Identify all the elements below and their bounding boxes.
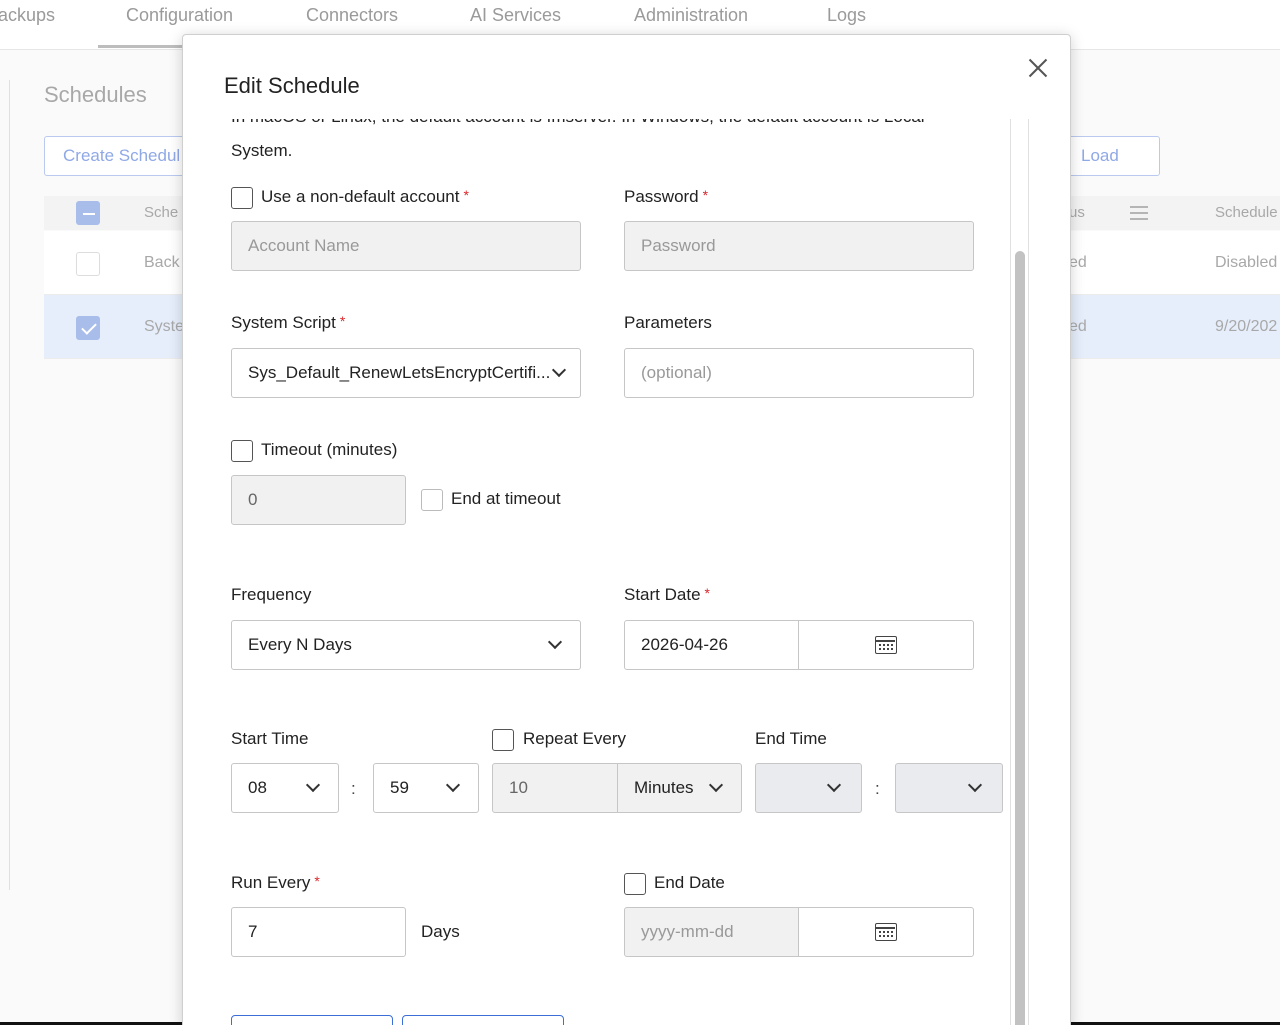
select-all-checkbox[interactable] <box>76 201 100 225</box>
repeat-every-input[interactable]: 10 <box>492 763 618 813</box>
end-date-label: End Date <box>654 873 725 892</box>
tab-ai-services[interactable]: AI Services <box>470 5 561 26</box>
end-time-label: End Time <box>755 729 827 748</box>
chevron-down-icon <box>305 777 321 793</box>
timeout-label: Timeout (minutes) <box>261 440 398 459</box>
tab-administration[interactable]: Administration <box>634 5 748 26</box>
use-non-default-account-checkbox[interactable] <box>231 187 253 209</box>
start-date-calendar-button[interactable] <box>798 620 974 670</box>
end-at-timeout-checkbox[interactable] <box>421 489 443 511</box>
timeout-checkbox[interactable] <box>231 440 253 462</box>
tab-connectors[interactable]: Connectors <box>306 5 398 26</box>
chevron-down-icon <box>967 777 983 793</box>
time-separator: : <box>875 779 880 798</box>
use-non-default-account-label: Use a non-default account * <box>261 187 469 206</box>
chevron-down-icon <box>708 777 724 793</box>
timeout-input[interactable]: 0 <box>231 475 406 525</box>
calendar-icon <box>875 636 897 654</box>
page-title: Schedules <box>44 82 147 107</box>
close-icon[interactable] <box>1023 53 1053 83</box>
start-hour-select[interactable]: 08 <box>231 763 339 813</box>
run-every-input[interactable]: 7 <box>231 907 406 957</box>
end-date-calendar-button[interactable] <box>798 907 974 957</box>
frequency-label: Frequency <box>231 585 312 604</box>
start-minute-select[interactable]: 59 <box>373 763 479 813</box>
end-hour-select[interactable] <box>755 763 862 813</box>
column-header-status: us <box>1069 204 1085 221</box>
dialog-title: Edit Schedule <box>224 73 360 98</box>
divider <box>9 80 10 890</box>
calendar-icon <box>875 923 897 941</box>
tab-logs[interactable]: Logs <box>827 5 866 26</box>
parameters-input[interactable]: (optional) <box>624 348 974 398</box>
password-input[interactable]: Password <box>624 221 974 271</box>
info-text: In macOS or Linux, the default account i… <box>231 119 925 127</box>
row-name: Syste <box>144 318 185 335</box>
cancel-button[interactable] <box>402 1015 564 1025</box>
repeat-every-label: Repeat Every <box>523 729 626 748</box>
account-name-input[interactable]: Account Name <box>231 221 581 271</box>
end-date-checkbox[interactable] <box>624 873 646 895</box>
chevron-down-icon <box>551 362 567 378</box>
row-name: Back <box>144 254 180 271</box>
row-schedule: Disabled <box>1215 254 1278 271</box>
tab-configuration[interactable]: Configuration <box>126 5 233 26</box>
edit-schedule-dialog: Edit Schedule In macOS or Linux, the def… <box>182 34 1071 1025</box>
tab-backups[interactable]: ackups <box>0 5 55 26</box>
info-text: System. <box>231 141 293 160</box>
end-date-input[interactable]: yyyy-mm-dd <box>624 907 799 957</box>
frequency-select[interactable]: Every N Days <box>231 620 581 670</box>
start-time-label: Start Time <box>231 729 309 748</box>
password-label: Password * <box>624 187 709 206</box>
row-status: ed <box>1069 254 1087 271</box>
run-every-label: Run Every * <box>231 873 320 892</box>
end-at-timeout-label: End at timeout <box>451 489 561 508</box>
scrollbar-thumb[interactable] <box>1015 251 1025 1025</box>
system-script-select[interactable]: Sys_Default_RenewLetsEncryptCertifi... <box>231 348 581 398</box>
column-menu-icon[interactable] <box>1130 206 1148 220</box>
dialog-body: In macOS or Linux, the default account i… <box>183 119 1009 1025</box>
end-minute-select[interactable] <box>895 763 1003 813</box>
start-date-label: Start Date * <box>624 585 710 604</box>
repeat-every-checkbox[interactable] <box>492 729 514 751</box>
save-button[interactable] <box>231 1015 393 1025</box>
column-header-name: Sche <box>144 204 179 221</box>
row-status: ed <box>1069 318 1087 335</box>
row-schedule: 9/20/202 <box>1215 318 1278 335</box>
column-header-schedule: Schedule <box>1215 204 1278 221</box>
system-script-label: System Script * <box>231 313 346 332</box>
run-every-unit: Days <box>421 922 460 941</box>
row-checkbox[interactable] <box>76 252 100 276</box>
start-date-input[interactable]: 2026-04-26 <box>624 620 799 670</box>
chevron-down-icon <box>445 777 461 793</box>
parameters-label: Parameters <box>624 313 712 332</box>
chevron-down-icon <box>547 634 563 650</box>
chevron-down-icon <box>826 777 842 793</box>
time-separator: : <box>351 779 356 798</box>
repeat-unit-select[interactable]: Minutes <box>617 763 742 813</box>
row-checkbox[interactable] <box>76 316 100 340</box>
